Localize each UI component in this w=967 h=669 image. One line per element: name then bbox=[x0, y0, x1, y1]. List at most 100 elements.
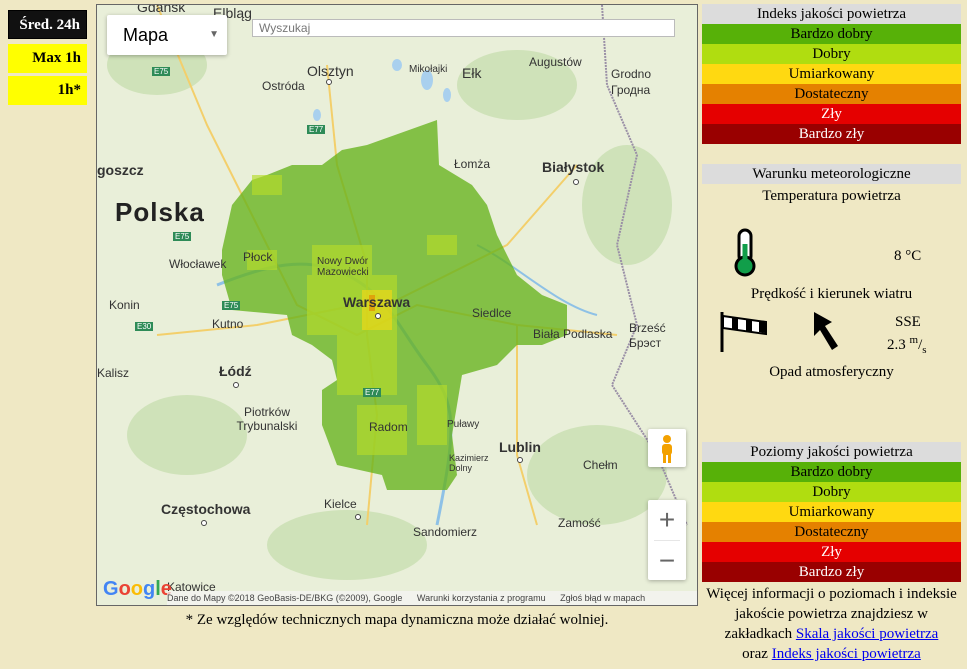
wind-direction: SSE bbox=[895, 314, 921, 330]
city-label: goszcz bbox=[97, 162, 144, 178]
report-error-link[interactable]: Zgłoś błąd w mapach bbox=[560, 593, 645, 603]
air-quality-map[interactable]: Gdańsk Elbląg Olsztyn Ostróda Mikołajki … bbox=[96, 4, 698, 606]
max-1h-button[interactable]: Max 1h bbox=[8, 44, 87, 73]
city-label: Mikołajki bbox=[409, 64, 448, 75]
city-label: Włocławek bbox=[169, 257, 227, 271]
index-level-5: Bardzo zły bbox=[702, 124, 961, 144]
city-label: Kalisz bbox=[97, 366, 130, 380]
thermometer-icon bbox=[734, 228, 756, 277]
wind-label: Prędkość i kierunek wiatru bbox=[750, 286, 913, 302]
levels-level-5: Bardzo zły bbox=[702, 562, 961, 582]
windsock-icon bbox=[720, 312, 767, 352]
city-label: Gdańsk bbox=[137, 4, 186, 15]
city-label: Olsztyn bbox=[307, 63, 354, 79]
city-label: Puławy bbox=[447, 419, 480, 430]
city-label: Chełm bbox=[583, 458, 618, 472]
road-badge: E77 bbox=[307, 125, 326, 134]
map-attribution: Dane do Mapy ©2018 GeoBasis-DE/BKG (©200… bbox=[167, 591, 697, 605]
city-label: Radom bbox=[369, 420, 408, 434]
city-label: Łomża bbox=[454, 157, 491, 171]
city-label: Kutno bbox=[212, 317, 244, 331]
city-marker bbox=[233, 382, 239, 388]
street-view-button[interactable] bbox=[648, 429, 686, 467]
road-badge: E30 bbox=[135, 322, 154, 331]
city-label: Брэст bbox=[629, 336, 662, 350]
levels-level-4: Zły bbox=[702, 542, 961, 562]
city-label: Płock bbox=[243, 250, 273, 264]
city-label: Sandomierz bbox=[413, 525, 478, 539]
precipitation-label: Opad atmosferyczny bbox=[769, 364, 894, 380]
city-marker bbox=[573, 179, 579, 185]
air-quality-index-legend: Indeks jakości powietrza Bardzo dobry Dob… bbox=[702, 4, 961, 144]
city-label: Гродна bbox=[611, 83, 651, 97]
city-label: Lublin bbox=[499, 439, 541, 455]
pegman-icon bbox=[662, 435, 672, 463]
city-label: Ostróda bbox=[262, 79, 305, 93]
terms-link[interactable]: Warunki korzystania z programu bbox=[417, 593, 546, 603]
index-level-4: Zły bbox=[702, 104, 961, 124]
info-text: Więcej informacji o poziomach i indeksie… bbox=[702, 584, 961, 664]
city-label: Białystok bbox=[542, 159, 605, 175]
scale-link[interactable]: Skala jakości powietrza bbox=[796, 626, 938, 642]
wind-unit-bottom: s bbox=[922, 344, 927, 356]
1h-button[interactable]: 1h* bbox=[8, 76, 87, 105]
city-label: Biała Podlaska bbox=[533, 327, 613, 341]
city-marker bbox=[201, 520, 207, 526]
zoom-out-button[interactable]: − bbox=[648, 541, 686, 581]
city-label: Warszawa bbox=[343, 294, 411, 310]
city-marker bbox=[375, 313, 381, 319]
city-label: Grodno bbox=[611, 67, 652, 81]
index-level-0: Bardzo dobry bbox=[702, 24, 961, 44]
road-badge: E77 bbox=[363, 388, 382, 397]
map-type-select[interactable]: Mapa ▼ bbox=[107, 15, 227, 55]
road-badge: E75 bbox=[222, 301, 241, 310]
zoom-in-button[interactable]: + bbox=[648, 500, 686, 540]
zoom-control: + − bbox=[648, 500, 686, 580]
index-level-3: Dostateczny bbox=[702, 84, 961, 104]
air-quality-levels-legend: Poziomy jakości powietrza Bardzo dobry Do… bbox=[702, 442, 961, 582]
search-input[interactable]: Wyszukaj bbox=[252, 19, 675, 37]
avg-24h-button[interactable]: Śred. 24h bbox=[8, 10, 87, 39]
temperature-label: Temperatura powietrza bbox=[762, 188, 901, 204]
index-level-2: Umiarkowany bbox=[702, 64, 961, 84]
index-level-1: Dobry bbox=[702, 44, 961, 64]
map-type-label: Mapa bbox=[123, 25, 169, 45]
city-label: Kazimierz Dolny bbox=[449, 453, 489, 473]
wind-speed-value: 2.3 bbox=[887, 337, 906, 353]
meteo-title: Warunku meteorologiczne bbox=[702, 164, 961, 184]
city-label: Augustów bbox=[529, 55, 582, 69]
city-label: Nowy Dwór Mazowiecki bbox=[317, 256, 369, 278]
city-marker bbox=[517, 457, 523, 463]
city-label: Zamość bbox=[558, 516, 601, 530]
google-logo: Google bbox=[103, 578, 172, 600]
wind-speed: 2.3 m/s bbox=[887, 334, 927, 356]
meteo-panel: Warunku meteorologiczne Temperatura powi… bbox=[702, 164, 961, 384]
index-title: Indeks jakości powietrza bbox=[702, 4, 961, 24]
chevron-down-icon: ▼ bbox=[209, 29, 219, 40]
city-label: Częstochowa bbox=[161, 501, 251, 517]
wind-unit-top: m bbox=[909, 334, 919, 346]
city-marker bbox=[355, 514, 361, 520]
wind-direction-arrow-icon bbox=[814, 312, 838, 350]
levels-level-3: Dostateczny bbox=[702, 522, 961, 542]
road-badge: E75 bbox=[152, 67, 171, 76]
city-label: Siedlce bbox=[472, 306, 512, 320]
info-text-2: oraz bbox=[742, 646, 768, 662]
performance-note: * Ze względów technicznych mapa dynamicz… bbox=[185, 612, 609, 628]
city-label: Piotrków Trybunalski bbox=[236, 405, 298, 433]
city-marker bbox=[326, 79, 332, 85]
city-label: Konin bbox=[109, 298, 140, 312]
city-label: Łódź bbox=[219, 363, 252, 379]
city-label: Kielce bbox=[324, 497, 357, 511]
levels-level-1: Dobry bbox=[702, 482, 961, 502]
levels-level-2: Umiarkowany bbox=[702, 502, 961, 522]
attribution-data: Dane do Mapy ©2018 GeoBasis-DE/BKG (©200… bbox=[167, 593, 403, 603]
city-label: Brześć bbox=[629, 321, 666, 335]
temperature-value: 8 °C bbox=[894, 248, 922, 264]
levels-level-0: Bardzo dobry bbox=[702, 462, 961, 482]
country-label: Polska bbox=[115, 197, 205, 227]
city-label: Ełk bbox=[462, 65, 482, 81]
index-link[interactable]: Indeks jakości powietrza bbox=[772, 646, 921, 662]
road-badge: E75 bbox=[173, 232, 192, 241]
levels-title: Poziomy jakości powietrza bbox=[702, 442, 961, 462]
